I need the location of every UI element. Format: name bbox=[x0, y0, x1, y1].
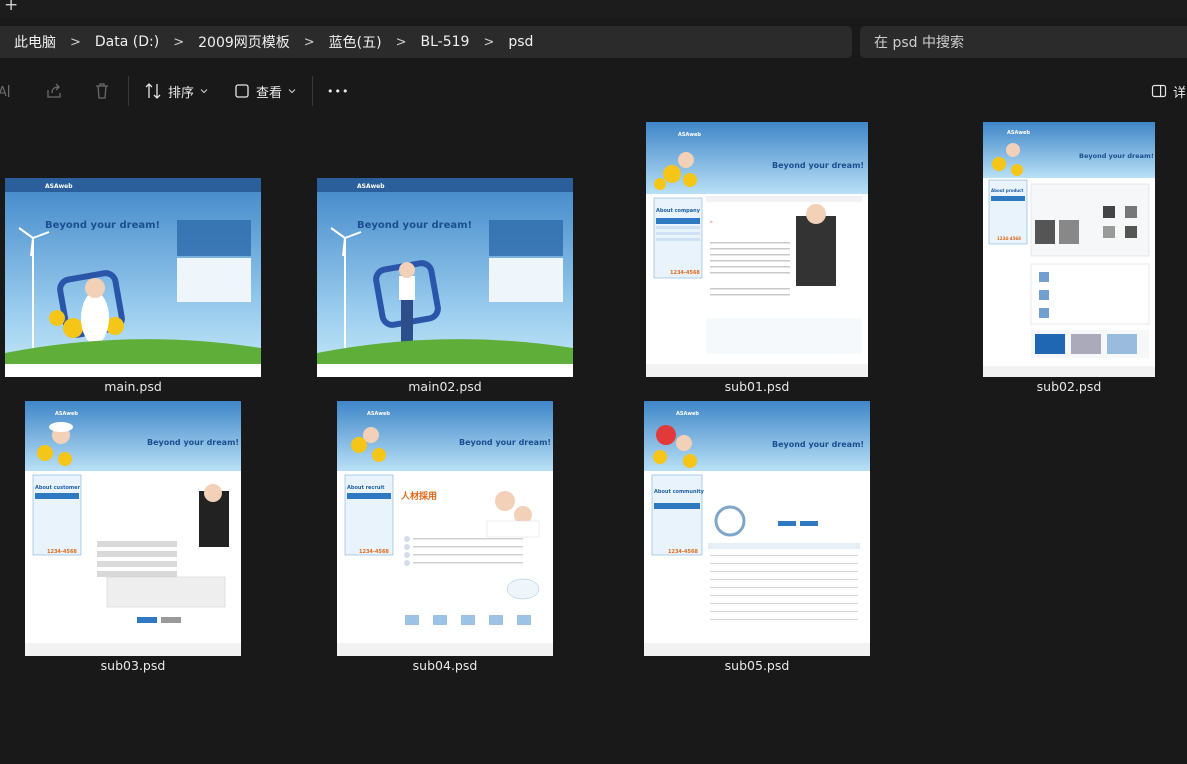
slogan: Beyond your dream! bbox=[45, 220, 160, 231]
rename-icon[interactable]: A bbox=[0, 82, 16, 100]
file-thumbnail-sub01[interactable]: ASAweb Beyond your dream! About company … bbox=[646, 122, 868, 377]
search-input[interactable]: 在 psd 中搜索 bbox=[860, 26, 1187, 58]
logo: ASAweb bbox=[45, 183, 73, 190]
more-icon: ••• bbox=[327, 84, 350, 98]
slogan: Beyond your dream! bbox=[1079, 152, 1154, 160]
details-pane-button[interactable]: 详 bbox=[1151, 80, 1186, 102]
file-thumbnail-sub04[interactable]: ASAweb Beyond your dream! About recruit … bbox=[337, 401, 553, 656]
svg-text:1234-4568: 1234-4568 bbox=[47, 549, 77, 555]
file-thumbnail-sub03[interactable]: ASAweb Beyond your dream! About customer… bbox=[25, 401, 241, 656]
breadcrumb-drive[interactable]: Data (D:) bbox=[81, 34, 159, 50]
breadcrumb-separator[interactable]: > bbox=[382, 35, 407, 50]
breadcrumb-separator[interactable]: > bbox=[469, 35, 494, 50]
slogan: Beyond your dream! bbox=[357, 220, 472, 231]
file-name[interactable]: sub04.psd bbox=[337, 658, 553, 673]
file-name[interactable]: sub01.psd bbox=[646, 379, 868, 394]
sort-button[interactable]: 排序 bbox=[144, 80, 208, 102]
svg-text:ASAweb: ASAweb bbox=[55, 411, 78, 417]
sort-icon bbox=[145, 83, 161, 99]
logo: ASAweb bbox=[357, 183, 385, 190]
toolbar-divider bbox=[312, 76, 313, 106]
svg-text:1234-4568: 1234-4568 bbox=[997, 236, 1021, 241]
breadcrumb-separator[interactable]: > bbox=[159, 35, 184, 50]
slogan: Beyond your dream! bbox=[772, 440, 864, 449]
section-title: About customer bbox=[35, 485, 81, 491]
slogan: Beyond your dream! bbox=[459, 438, 551, 447]
breadcrumb-folder-psd[interactable]: psd bbox=[494, 34, 533, 50]
details-label: 详 bbox=[1173, 85, 1187, 101]
toolbar-divider bbox=[128, 76, 129, 106]
svg-text:1234-4568: 1234-4568 bbox=[670, 270, 700, 276]
slogan: Beyond your dream! bbox=[772, 161, 864, 170]
sort-label: 排序 bbox=[168, 85, 195, 101]
section-title: About recruit bbox=[347, 485, 385, 491]
file-thumbnail-sub02[interactable]: ASAweb Beyond your dream! About product … bbox=[983, 122, 1155, 377]
section-title: About community bbox=[654, 489, 705, 495]
svg-text:ASAweb: ASAweb bbox=[678, 132, 701, 138]
chevron-down-icon bbox=[288, 89, 296, 94]
breadcrumb-separator[interactable]: > bbox=[290, 35, 315, 50]
breadcrumb-folder-templates[interactable]: 2009网页模板 bbox=[184, 32, 290, 52]
file-thumbnail-main02[interactable]: ASAweb Beyond your dream! bbox=[317, 178, 573, 377]
address-bar[interactable]: 此电脑 > Data (D:) > 2009网页模板 > 蓝色(五) > BL-… bbox=[0, 26, 852, 58]
svg-text:": " bbox=[710, 221, 713, 228]
file-name[interactable]: main02.psd bbox=[317, 379, 573, 394]
title-bar: + bbox=[0, 0, 1187, 18]
breadcrumb-folder-blue[interactable]: 蓝色(五) bbox=[315, 32, 382, 52]
details-pane-icon bbox=[1151, 84, 1167, 98]
share-icon[interactable] bbox=[45, 82, 63, 100]
breadcrumb-folder-bl519[interactable]: BL-519 bbox=[407, 34, 470, 50]
view-icon bbox=[235, 84, 249, 98]
file-name[interactable]: sub03.psd bbox=[25, 658, 241, 673]
file-thumbnail-sub05[interactable]: ASAweb Beyond your dream! About communit… bbox=[644, 401, 870, 656]
delete-icon[interactable] bbox=[93, 82, 111, 100]
section-title: About product bbox=[991, 188, 1024, 193]
slogan: Beyond your dream! bbox=[147, 438, 239, 447]
svg-text:人材採用: 人材採用 bbox=[400, 490, 437, 502]
view-label: 查看 bbox=[256, 85, 283, 101]
breadcrumb-separator[interactable]: > bbox=[56, 35, 81, 50]
search-placeholder: 在 psd 中搜索 bbox=[874, 35, 964, 51]
svg-text:1234-4568: 1234-4568 bbox=[668, 549, 698, 555]
file-name[interactable]: main.psd bbox=[5, 379, 261, 394]
svg-text:ASAweb: ASAweb bbox=[676, 411, 699, 417]
file-name[interactable]: sub05.psd bbox=[644, 658, 870, 673]
svg-text:ASAweb: ASAweb bbox=[367, 411, 390, 417]
view-button[interactable]: 查看 bbox=[234, 80, 296, 102]
svg-text:ASAweb: ASAweb bbox=[1007, 130, 1030, 136]
more-options-button[interactable]: ••• bbox=[327, 80, 349, 102]
svg-text:A: A bbox=[0, 85, 7, 100]
breadcrumb-this-pc[interactable]: 此电脑 bbox=[0, 32, 56, 52]
svg-text:1234-4568: 1234-4568 bbox=[359, 549, 389, 555]
chevron-down-icon bbox=[200, 89, 208, 94]
file-thumbnail-main[interactable]: ASAweb Beyond your dream! bbox=[5, 178, 261, 377]
section-title: About company bbox=[656, 208, 701, 214]
file-name[interactable]: sub02.psd bbox=[983, 379, 1155, 394]
new-tab-button[interactable]: + bbox=[4, 0, 18, 15]
